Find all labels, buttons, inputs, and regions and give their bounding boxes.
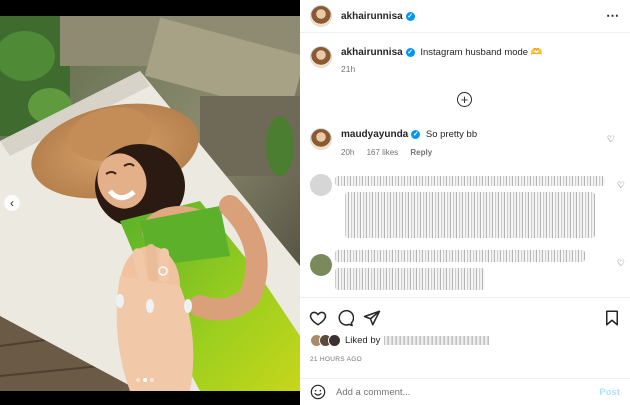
share-paper-plane-icon[interactable]	[363, 309, 381, 327]
chevron-left-icon: ‹	[10, 196, 14, 210]
redacted-avatar	[310, 174, 332, 196]
post-caption: akhairunnisa ✓ Instagram husband mode 🫶 2…	[310, 46, 620, 76]
caption-time: 21h	[341, 64, 356, 74]
redacted-comment	[335, 268, 485, 290]
carousel-prev-button[interactable]: ‹	[4, 195, 20, 211]
comment-text: So pretty bb	[425, 129, 478, 140]
comment-item: maudyayunda ✓ So pretty bb 20h 167 likes …	[310, 128, 620, 159]
post-header: akhairunnisa ✓ ⋯	[300, 0, 630, 33]
post-timestamp: 21 HOURS AGO	[310, 356, 363, 363]
comment-bubble-icon[interactable]	[336, 309, 354, 327]
comment-like-heart-icon[interactable]: ♡	[617, 180, 625, 191]
comment-reply-button[interactable]: Reply	[410, 148, 432, 157]
redacted-comment	[345, 192, 595, 238]
post-photo	[0, 16, 300, 391]
comment-username[interactable]: maudyayunda	[341, 129, 408, 140]
liked-by-label: Liked by	[345, 335, 381, 346]
more-options-icon[interactable]: ⋯	[606, 8, 620, 24]
author-username[interactable]: akhairunnisa	[341, 11, 403, 22]
carousel-indicator	[136, 378, 154, 382]
post-comment-button[interactable]: Post	[599, 387, 620, 398]
post-action-bar	[300, 297, 630, 337]
caption-username[interactable]: akhairunnisa	[341, 47, 403, 58]
verified-badge-icon: ✓	[405, 11, 415, 21]
caption-text: Instagram husband mode	[420, 47, 529, 58]
redacted-comment	[335, 176, 605, 186]
caption-author-avatar[interactable]	[310, 46, 332, 68]
redacted-comment	[335, 250, 585, 262]
liker-avatar[interactable]	[328, 334, 341, 347]
comment-like-heart-icon[interactable]: ♡	[617, 258, 625, 269]
comment-time: 20h	[341, 148, 355, 157]
add-comment-input[interactable]	[336, 386, 600, 398]
like-heart-icon[interactable]	[309, 309, 327, 327]
add-comment-row: Post	[300, 378, 630, 405]
redacted-avatar	[310, 254, 332, 276]
post-details-pane: akhairunnisa ✓ ⋯ akhairunnisa ✓ Instagram…	[300, 0, 630, 405]
carousel-dot	[150, 378, 154, 382]
commenter-avatar[interactable]	[310, 128, 332, 150]
comment-like-heart-icon[interactable]: ♡	[607, 134, 615, 145]
caption-emoji: 🫶	[530, 47, 543, 58]
save-bookmark-icon[interactable]	[603, 309, 621, 327]
load-more-comments-button[interactable]: +	[457, 92, 472, 107]
verified-badge-icon: ✓	[411, 129, 421, 139]
post-photo-pane: ‹	[0, 0, 300, 405]
redacted-liked-by-names	[384, 336, 490, 345]
photo-letterbox-bottom	[0, 391, 300, 405]
carousel-dot	[136, 378, 140, 382]
emoji-icon[interactable]	[310, 384, 326, 400]
comment-likes[interactable]: 167 likes	[367, 148, 399, 157]
photo-letterbox-top	[0, 0, 300, 16]
liked-by-row: Liked by	[310, 334, 490, 347]
plus-icon: +	[460, 92, 469, 107]
verified-badge-icon: ✓	[405, 47, 415, 57]
carousel-dot	[143, 378, 147, 382]
author-avatar[interactable]	[310, 5, 332, 27]
